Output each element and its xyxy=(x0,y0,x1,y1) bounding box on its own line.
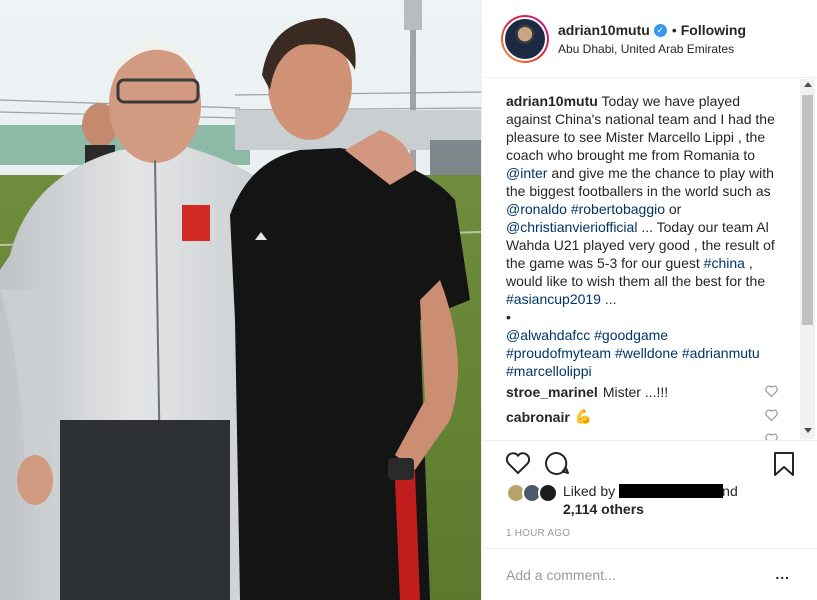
caption-line: adrian10mutu Today we have played xyxy=(506,92,786,110)
avatar xyxy=(538,483,558,503)
caption-line: @ronaldo #robertobaggio or xyxy=(506,200,786,218)
caption-line: #asiancup2019 ... xyxy=(506,290,786,308)
caption-hashtags[interactable]: @alwahdafcc #goodgame xyxy=(506,326,786,344)
more-icon[interactable]: ... xyxy=(775,566,790,582)
header-text: adrian10mutu ✓ • Following Abu Dhabi, Un… xyxy=(558,22,746,56)
comment-item: stroe_marinel Mister ...!!! xyxy=(506,384,786,400)
comment-icon[interactable] xyxy=(544,451,570,475)
comment-username[interactable]: ... xyxy=(506,432,518,440)
caption-text: Wahda U21 played very good , the result … xyxy=(506,237,775,253)
likes-count[interactable]: 2,114 others xyxy=(563,500,738,518)
likes-line: Liked by nd xyxy=(563,482,738,500)
author-avatar-ring[interactable] xyxy=(501,14,549,63)
likes-text: Liked by nd 2,114 others xyxy=(563,482,738,518)
caption-text: Today we have played xyxy=(601,93,740,109)
comment-heart-icon[interactable] xyxy=(765,385,778,397)
caption-text: and give me the chance to play with xyxy=(547,165,774,181)
hashtag-asiancup2019[interactable]: #asiancup2019 xyxy=(506,291,601,307)
scroll-thumb[interactable] xyxy=(802,95,813,325)
comment-username[interactable]: cabronair xyxy=(506,409,570,425)
comments-scroll-area[interactable]: adrian10mutu Today we have played agains… xyxy=(482,79,800,440)
comment-username[interactable]: stroe_marinel xyxy=(506,384,598,400)
caption-hashtags[interactable]: #marcellolippi xyxy=(506,362,786,380)
mention-christianvieri[interactable]: @christianvieriofficial xyxy=(506,219,637,235)
caption-text: the game was 5-3 for our guest xyxy=(506,255,704,271)
caption-text: pleasure to see Mister Marcello Lippi , … xyxy=(506,129,766,145)
bookmark-icon[interactable] xyxy=(773,451,795,477)
location-link[interactable]: Abu Dhabi, United Arab Emirates xyxy=(558,42,746,56)
add-comment-bar: ... xyxy=(482,548,817,600)
caption-text: against China's national team and I had … xyxy=(506,111,775,127)
likes-prefix: Liked by xyxy=(563,483,616,499)
header-line: adrian10mutu ✓ • Following xyxy=(558,22,746,38)
muscle-emoji-icon: 💪 xyxy=(574,408,593,424)
likes-suffix: nd xyxy=(722,483,738,499)
caption-line: @inter and give me the chance to play wi… xyxy=(506,164,786,182)
liker-avatars[interactable] xyxy=(506,483,558,505)
comment-item: cabronair 💪 xyxy=(506,408,786,425)
post-timestamp[interactable]: 1 HOUR AGO xyxy=(506,528,570,539)
comment-text: Mister ...!!! xyxy=(602,384,669,400)
following-button[interactable]: Following xyxy=(681,22,746,38)
verified-icon: ✓ xyxy=(653,23,667,37)
mention-inter[interactable]: @inter xyxy=(506,165,547,181)
mention-ronaldo[interactable]: @ronaldo xyxy=(506,201,567,217)
instagram-post: adrian10mutu ✓ • Following Abu Dhabi, Un… xyxy=(0,0,817,600)
add-comment-input[interactable] xyxy=(506,566,756,583)
comment-heart-icon[interactable] xyxy=(765,433,778,440)
post-image xyxy=(0,0,481,600)
caption-hashtags[interactable]: #proudofmyteam #welldone #adrianmutu xyxy=(506,344,786,362)
caption-text: , xyxy=(744,255,753,271)
caption-text: ... xyxy=(600,291,617,307)
caption-text: ... Today our team Al xyxy=(637,219,769,235)
redacted-username xyxy=(619,484,724,498)
caption-line: @christianvieriofficial ... Today our te… xyxy=(506,218,786,236)
scroll-up-arrow-icon[interactable] xyxy=(804,82,812,87)
header-separator: • xyxy=(671,22,677,38)
caption-text: would like to wish them all the best for… xyxy=(506,273,766,289)
post-sidebar: adrian10mutu ✓ • Following Abu Dhabi, Un… xyxy=(481,0,817,600)
hashtag-china[interactable]: #china xyxy=(704,255,745,271)
heart-icon[interactable] xyxy=(505,451,531,475)
action-bar xyxy=(482,440,817,486)
caption-text: coach who brought me from Romania to xyxy=(506,147,756,163)
post-header: adrian10mutu ✓ • Following Abu Dhabi, Un… xyxy=(482,0,817,78)
scroll-down-arrow-icon[interactable] xyxy=(804,428,812,433)
caption: adrian10mutu Today we have played agains… xyxy=(506,92,786,380)
comment-item: ... xyxy=(506,432,786,440)
post-photo[interactable] xyxy=(0,0,481,600)
comment-heart-icon[interactable] xyxy=(765,409,778,421)
caption-line: the game was 5-3 for our guest #china , xyxy=(506,254,786,272)
likes-summary: Liked by nd 2,114 others xyxy=(506,482,738,518)
avatar[interactable] xyxy=(503,16,547,61)
author-username[interactable]: adrian10mutu xyxy=(558,22,650,38)
caption-text: or xyxy=(665,201,682,217)
caption-username[interactable]: adrian10mutu xyxy=(506,93,598,109)
caption-bullet: • xyxy=(506,309,511,325)
caption-text: the biggest footballers in the world suc… xyxy=(506,183,771,199)
hashtag-robertobaggio[interactable]: #robertobaggio xyxy=(571,201,665,217)
comments-scrollbar[interactable] xyxy=(800,79,815,439)
